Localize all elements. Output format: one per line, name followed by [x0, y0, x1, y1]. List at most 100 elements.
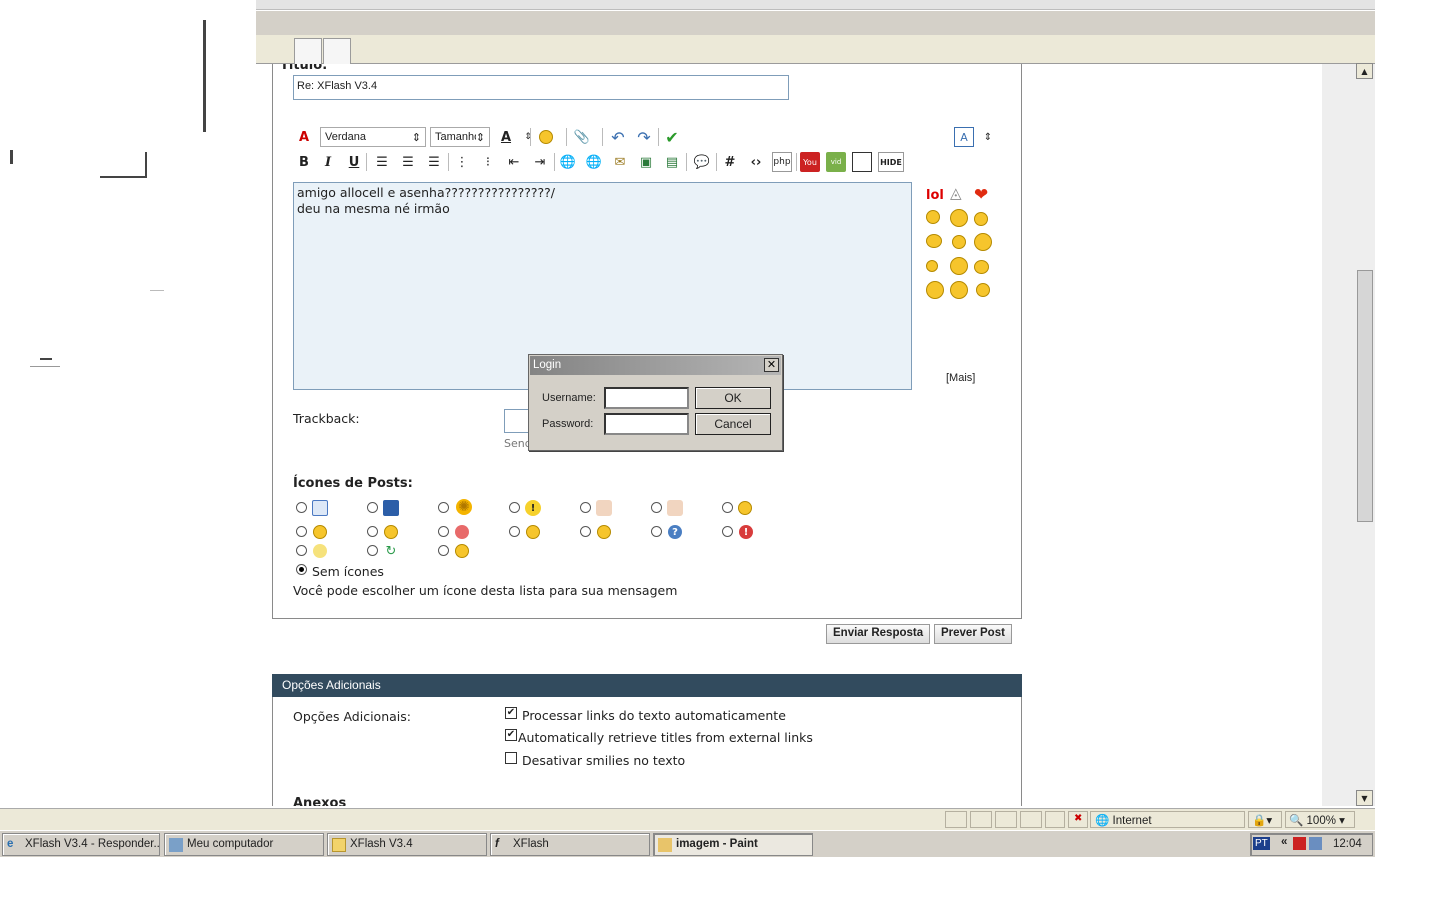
post-icon-radio[interactable] — [438, 545, 449, 556]
bold-icon[interactable]: B — [294, 152, 314, 172]
show-hidden-icons[interactable]: « — [1281, 836, 1287, 848]
align-center-icon[interactable]: ☰ — [398, 152, 418, 172]
network-icon[interactable] — [1309, 837, 1322, 850]
scroll-down-icon[interactable]: ▼ — [1356, 790, 1373, 806]
username-input[interactable] — [604, 387, 689, 409]
quote-icon[interactable]: 💬 — [692, 152, 712, 172]
insert-link-icon[interactable]: 🌐 — [558, 152, 578, 172]
post-icon-radio[interactable] — [580, 526, 591, 537]
remove-format-icon[interactable]: A — [294, 127, 314, 147]
smiley-icon[interactable] — [974, 260, 989, 274]
size-select[interactable]: Tamanho ⇕ — [430, 127, 490, 147]
insert-video-icon[interactable]: ▤ — [662, 152, 682, 172]
smiley-icon[interactable] — [976, 283, 990, 297]
hide-button[interactable]: HIDE — [878, 152, 904, 172]
smiley-icon[interactable] — [950, 257, 968, 275]
taskbar-item[interactable]: XFlash V3.4 — [327, 833, 487, 856]
spellcheck-icon[interactable]: ✔ — [662, 127, 682, 147]
php-code-icon[interactable]: php — [772, 152, 792, 172]
smiley-icon[interactable] — [926, 234, 942, 248]
frame-icon[interactable] — [852, 152, 872, 172]
smiley-icon[interactable] — [974, 233, 992, 251]
post-icon-radio[interactable] — [367, 545, 378, 556]
language-indicator[interactable]: PT — [1253, 837, 1270, 850]
ordered-list-icon[interactable]: ⋮ — [452, 152, 472, 172]
smiley-heart-icon[interactable]: ❤ — [974, 185, 988, 205]
smiley-party-icon[interactable]: ◬ — [950, 184, 962, 202]
smiley-icon[interactable] — [950, 209, 968, 227]
unordered-list-icon[interactable]: ⁝ — [478, 152, 498, 172]
text-color-icon[interactable]: A — [496, 127, 516, 147]
post-icon-radio[interactable] — [722, 502, 733, 513]
remove-link-icon[interactable]: 🌐 — [584, 152, 604, 172]
submit-reply-button[interactable]: Enviar Resposta — [826, 624, 931, 644]
font-select[interactable]: Verdana ⇕ — [320, 127, 426, 147]
smiley-icon[interactable] — [926, 281, 944, 299]
align-right-icon[interactable]: ☰ — [424, 152, 444, 172]
preview-post-button[interactable]: Prever Post — [934, 624, 1012, 644]
disable-smilies-checkbox[interactable] — [505, 752, 517, 764]
ok-button[interactable]: OK — [695, 387, 771, 409]
scroll-up-icon[interactable]: ▲ — [1356, 63, 1373, 79]
auto-links-checkbox[interactable]: ✔ — [505, 707, 517, 719]
post-icon-radio[interactable] — [580, 502, 591, 513]
insert-image-icon[interactable]: ▣ — [636, 152, 656, 172]
post-icon-radio[interactable] — [367, 502, 378, 513]
no-icon-radio[interactable] — [296, 564, 307, 575]
retrieve-titles-checkbox[interactable]: ✔ — [505, 729, 517, 741]
code-hash-icon[interactable]: # — [720, 152, 740, 172]
smiley-icon[interactable] — [950, 281, 968, 299]
post-icon-radio[interactable] — [509, 502, 520, 513]
title-input[interactable]: Re: XFlash V3.4 — [293, 75, 789, 100]
taskbar-item[interactable]: Meu computador — [164, 833, 324, 856]
post-icon-radio[interactable] — [651, 526, 662, 537]
post-icon-radio[interactable] — [722, 526, 733, 537]
resize-editor-icon[interactable]: ⇕ — [978, 127, 998, 147]
post-icon-radio[interactable] — [367, 526, 378, 537]
close-icon[interactable]: ✕ — [764, 358, 779, 372]
smiley-icon[interactable] — [926, 260, 938, 272]
post-icon-radio[interactable] — [296, 526, 307, 537]
clock[interactable]: 12:04 — [1333, 838, 1362, 850]
underline-icon[interactable]: U — [344, 152, 364, 172]
smiley-icon[interactable] — [952, 235, 966, 249]
attachment-icon[interactable]: 📎 — [572, 127, 592, 147]
post-icon-radio[interactable] — [296, 502, 307, 513]
protected-mode-icon[interactable]: 🔒▾ — [1248, 811, 1282, 828]
smiley-icon[interactable] — [926, 210, 940, 224]
italic-icon[interactable]: I — [318, 152, 338, 172]
password-input[interactable] — [604, 413, 689, 435]
browser-tab[interactable] — [294, 38, 322, 64]
taskbar-item[interactable]: f XFlash — [490, 833, 650, 856]
popup-blocked-icon[interactable]: ✖ — [1068, 811, 1088, 828]
indent-icon[interactable]: ⇥ — [530, 152, 550, 172]
scrollbar-thumb[interactable] — [1357, 270, 1373, 522]
cancel-button[interactable]: Cancel — [695, 413, 771, 435]
post-icon-radio[interactable] — [438, 526, 449, 537]
html-code-icon[interactable]: ‹› — [746, 152, 766, 172]
align-left-icon[interactable]: ☰ — [372, 152, 392, 172]
zoom-control[interactable]: 🔍 100% ▾ — [1285, 811, 1355, 828]
outdent-icon[interactable]: ⇤ — [504, 152, 524, 172]
undo-icon[interactable]: ↶ — [608, 127, 628, 147]
post-icon-radio[interactable] — [509, 526, 520, 537]
email-icon[interactable]: ✉ — [610, 152, 630, 172]
taskbar-item-active[interactable]: imagem - Paint — [653, 833, 813, 856]
pdf-icon[interactable] — [1293, 837, 1306, 850]
smiley-menu-icon[interactable] — [536, 127, 556, 147]
youtube-icon[interactable]: You — [800, 152, 820, 172]
more-smilies-link[interactable]: [Mais] — [946, 372, 975, 384]
taskbar-item[interactable]: e XFlash V3.4 - Responder... — [2, 833, 160, 856]
page-content: Título: Re: XFlash V3.4 A Verdana ⇕ Taman… — [256, 64, 1322, 806]
new-tab-button[interactable] — [323, 38, 351, 64]
security-zone[interactable]: 🌐 Internet — [1090, 811, 1245, 828]
smiley-lol[interactable]: lol — [926, 188, 944, 203]
post-icon-radio[interactable] — [651, 502, 662, 513]
post-icon-radio[interactable] — [296, 545, 307, 556]
dropdown-arrow-icon[interactable]: ⇕ — [518, 127, 538, 147]
post-icon-radio[interactable] — [438, 502, 449, 513]
redo-icon[interactable]: ↷ — [634, 127, 654, 147]
toggle-editor-mode-icon[interactable]: A — [954, 127, 974, 147]
google-video-icon[interactable]: vid — [826, 152, 846, 172]
smiley-icon[interactable] — [974, 212, 988, 226]
